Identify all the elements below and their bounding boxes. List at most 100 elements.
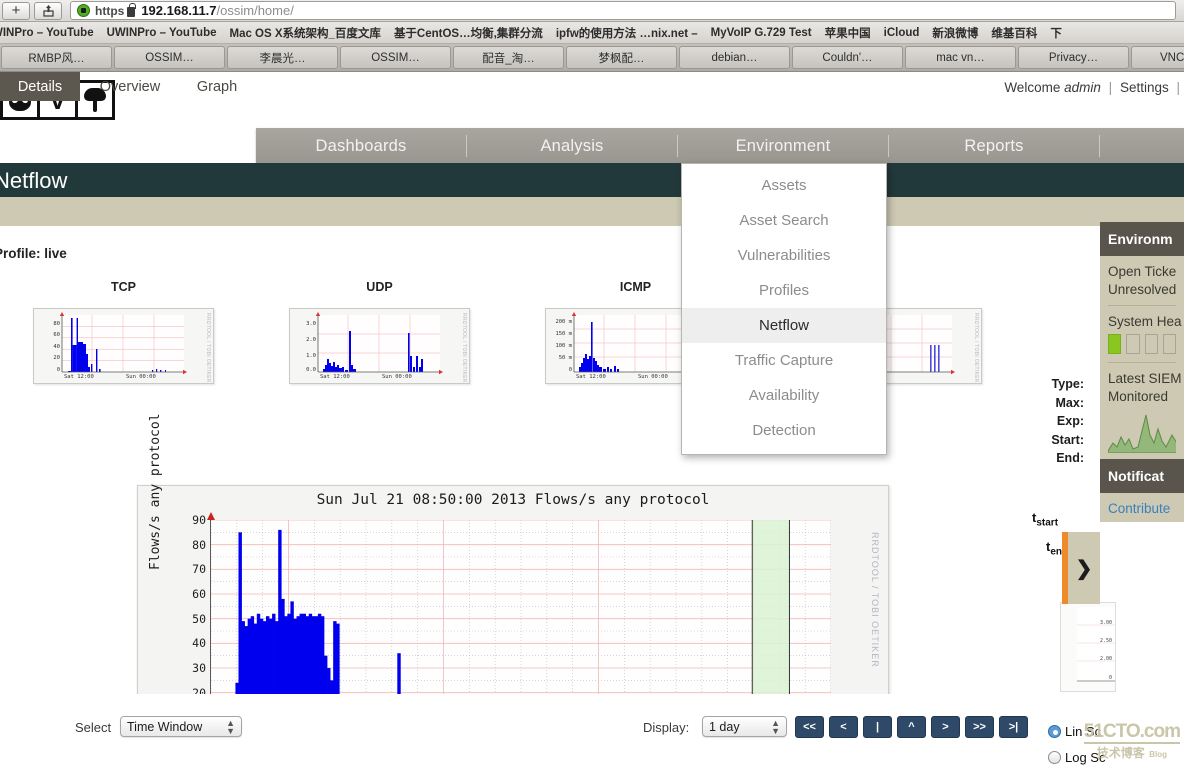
extension-icon bbox=[77, 4, 90, 17]
tab-details[interactable]: Details bbox=[0, 72, 80, 101]
stepper-icon-display: ▲ ▼ bbox=[771, 717, 780, 736]
select-label: Select bbox=[75, 720, 112, 735]
detail-key-type: Type: bbox=[1051, 377, 1084, 391]
nav-next-button[interactable]: > bbox=[931, 716, 960, 738]
environment-status-panel: Environm Open Ticke Unresolved System He… bbox=[1100, 222, 1184, 522]
panel-divider-2 bbox=[1108, 362, 1176, 363]
browser-tab[interactable]: debian… bbox=[679, 46, 790, 69]
browser-tab[interactable]: OSSIM… bbox=[114, 46, 225, 69]
health-box-3 bbox=[1144, 334, 1158, 354]
panel-expand-toggle[interactable]: ❯ bbox=[1062, 532, 1100, 604]
username-label: admin bbox=[1064, 80, 1101, 95]
browser-tab[interactable]: Couldn'… bbox=[792, 46, 903, 69]
url-host: 192.168.11.7 bbox=[141, 3, 217, 18]
chart-ylabel: Flows/s any protocol bbox=[148, 413, 163, 570]
health-box-4 bbox=[1162, 334, 1176, 354]
dropdown-item-traffic-capture[interactable]: Traffic Capture bbox=[682, 343, 886, 378]
thumb-title-udp: UDP bbox=[366, 280, 393, 294]
display-range-select[interactable]: 1 day ▲ ▼ bbox=[702, 716, 787, 737]
tcp-ytick-3: 20 bbox=[53, 355, 60, 361]
bookmark-item[interactable]: 下 bbox=[1050, 25, 1062, 41]
system-health-label: System Hea bbox=[1108, 314, 1182, 329]
tab-graph[interactable]: Graph bbox=[190, 72, 244, 101]
nav-item-analysis[interactable]: Analysis bbox=[467, 134, 678, 157]
profile-label: Profile: live bbox=[0, 246, 67, 261]
mini-tick-250: 2.50 bbox=[1099, 638, 1112, 644]
browser-tab[interactable]: VNC Se… bbox=[1131, 46, 1184, 69]
browser-tab[interactable]: OSSIM… bbox=[340, 46, 451, 69]
screenshot-root: + https 192.168.11.7 /ossim/home/ WINPro… bbox=[0, 0, 1184, 766]
environment-dropdown-menu: Assets Asset Search Vulnerabilities Profile… bbox=[681, 163, 887, 455]
thumbnail-tcp[interactable]: RRDTOOL / TOBI OETIKER 80 60 40 20 0 Sat… bbox=[33, 308, 214, 384]
browser-tab[interactable]: Privacy… bbox=[1018, 46, 1129, 69]
unresolved-label: Unresolved bbox=[1108, 282, 1177, 297]
browser-tab[interactable]: 配音_淘… bbox=[453, 46, 564, 69]
bookmark-item[interactable]: 新浪微博 bbox=[932, 25, 978, 41]
dropdown-item-availability[interactable]: Availability bbox=[682, 378, 886, 413]
nav-up-button[interactable]: ^ bbox=[897, 716, 926, 738]
dropdown-item-profiles[interactable]: Profiles bbox=[682, 273, 886, 308]
udp-xtick-1: Sun 00:00 bbox=[382, 374, 412, 380]
udp-xtick-0: Sat 12:00 bbox=[320, 374, 350, 380]
monitored-label: Monitored bbox=[1108, 389, 1169, 404]
nav-prev-button[interactable]: < bbox=[829, 716, 858, 738]
rrd-watermark-udp: RRDTOOL / TOBI OETIKER bbox=[461, 313, 467, 383]
url-path: /ossim/home/ bbox=[216, 3, 294, 18]
udp-ytick-2: 1.0 bbox=[306, 353, 316, 359]
bookmark-item[interactable]: 维基百科 bbox=[991, 25, 1037, 41]
watermark-title: 51CTO.com bbox=[1083, 721, 1181, 744]
bookmark-item[interactable]: ipfw的使用方法 …nix.net – bbox=[556, 25, 698, 41]
new-tab-button[interactable]: + bbox=[2, 1, 30, 20]
dropdown-item-assets[interactable]: Assets bbox=[682, 168, 886, 203]
nav-forward-button[interactable]: >> bbox=[965, 716, 994, 738]
nav-item-reports[interactable]: Reports bbox=[889, 134, 1100, 157]
web-page: V Welcome admin | Settings | DashboardsA… bbox=[0, 72, 1184, 766]
nav-last-button[interactable]: >| bbox=[999, 716, 1028, 738]
browser-tab[interactable]: 梦枫配… bbox=[566, 46, 677, 69]
nav-first-button[interactable]: << bbox=[795, 716, 824, 738]
lock-icon bbox=[127, 3, 136, 17]
address-bar[interactable]: https 192.168.11.7 /ossim/home/ bbox=[70, 1, 1176, 20]
bookmark-item[interactable]: MyVoIP G.729 Test bbox=[711, 27, 812, 39]
dropdown-item-vulnerabilities[interactable]: Vulnerabilities bbox=[682, 238, 886, 273]
thumbnail-udp[interactable]: RRDTOOL / TOBI OETIKER 3.0 2.0 1.0 0.0 S… bbox=[289, 308, 470, 384]
dropdown-item-netflow[interactable]: Netflow bbox=[682, 308, 886, 343]
nav-item-environment[interactable]: Environment bbox=[678, 134, 889, 157]
browser-tab[interactable]: 李晨光… bbox=[227, 46, 338, 69]
nav-item-conf[interactable]: Conf bbox=[1100, 135, 1184, 157]
site-watermark: 51CTO.com 技术博客 Blog bbox=[1083, 721, 1181, 762]
rrd-watermark-main: RRDTOOL / TOBI OETIKER bbox=[870, 532, 880, 668]
t-start-label: tstart bbox=[1032, 510, 1068, 529]
bookmark-item[interactable]: 基于CentOS…均衡,集群分流 bbox=[394, 25, 543, 41]
nav-center-button[interactable]: | bbox=[863, 716, 892, 738]
browser-tab[interactable]: mac vn… bbox=[905, 46, 1016, 69]
chart-y-axis-arrow bbox=[207, 512, 215, 520]
bookmark-item[interactable]: WINPro – YouTube bbox=[0, 27, 94, 39]
siem-sparkline-svg bbox=[1108, 414, 1176, 453]
open-tickets-label: Open Ticke bbox=[1108, 264, 1177, 279]
share-glyph bbox=[42, 5, 54, 17]
tcp-xtick-1: Sun 00:00 bbox=[126, 374, 156, 380]
share-icon[interactable] bbox=[34, 1, 62, 20]
welcome-separator-1: | bbox=[1108, 80, 1113, 95]
bookmark-item[interactable]: Mac OS X系统架构_百度文库 bbox=[229, 25, 380, 41]
udp-mini-chart bbox=[315, 312, 443, 375]
tab-overview[interactable]: Overview bbox=[88, 72, 172, 101]
time-window-value: Time Window bbox=[127, 719, 203, 734]
dropdown-item-detection[interactable]: Detection bbox=[682, 413, 886, 448]
settings-link[interactable]: Settings bbox=[1120, 80, 1169, 95]
bookmark-item[interactable]: 苹果中国 bbox=[825, 25, 871, 41]
nav-item-dashboards[interactable]: Dashboards bbox=[256, 134, 467, 157]
detail-key-max: Max: bbox=[1055, 395, 1084, 410]
radio-indicator-log bbox=[1048, 751, 1061, 764]
bookmark-item[interactable]: UWINPro – YouTube bbox=[107, 27, 217, 39]
siem-sparkline bbox=[1108, 409, 1176, 453]
detail-key-end: End: bbox=[1056, 451, 1084, 465]
time-window-select[interactable]: Time Window ▲ ▼ bbox=[120, 716, 242, 737]
dropdown-item-asset-search[interactable]: Asset Search bbox=[682, 203, 886, 238]
url-scheme: https bbox=[95, 3, 125, 18]
contribute-link[interactable]: Contribute bbox=[1108, 501, 1176, 516]
page-title: Netflow bbox=[0, 168, 68, 193]
bookmark-item[interactable]: iCloud bbox=[884, 27, 920, 39]
browser-tab[interactable]: RMBP风… bbox=[1, 46, 112, 69]
